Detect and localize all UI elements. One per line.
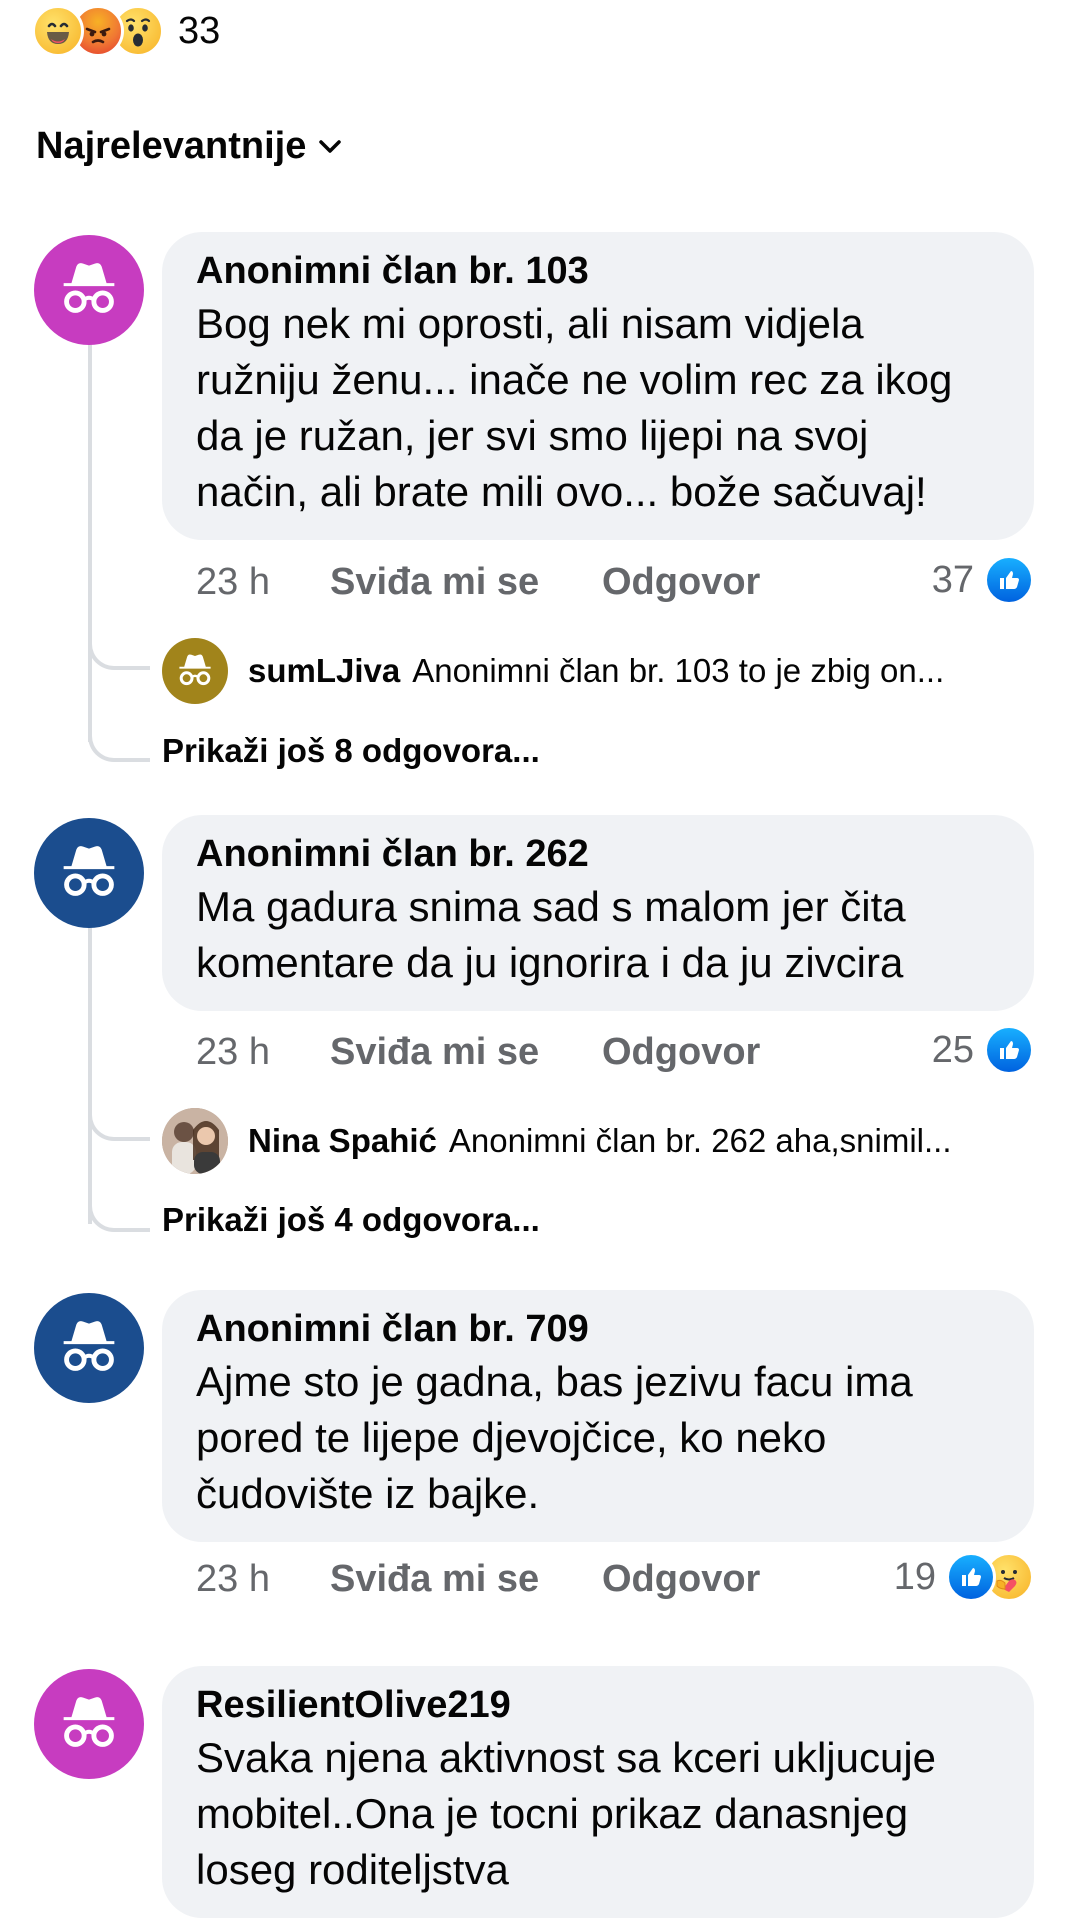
comment-text: Bog nek mi oprosti, ali nisam vidjela ru… (196, 300, 953, 515)
reply-avatar[interactable] (162, 638, 228, 704)
thread-connector (88, 722, 150, 762)
avatar[interactable] (34, 1669, 144, 1779)
thread-line (88, 924, 92, 1224)
comment-time[interactable]: 23 h (196, 561, 330, 604)
haha-icon (32, 5, 84, 57)
thread-connector (88, 630, 150, 670)
like-count-value: 19 (893, 1555, 936, 1598)
reply-button[interactable]: Odgovor (602, 1031, 760, 1074)
comment-text: Svaka njena aktivnost sa kceri ukljucuje… (196, 1734, 937, 1893)
comment-actions: 23 h Sviđa mi se Odgovor (196, 1549, 760, 1609)
thread-connector (88, 1101, 150, 1141)
reply-button[interactable]: Odgovor (602, 1558, 760, 1601)
reply-snippet: Anonimni član br. 262 aha,snimil... (448, 1122, 952, 1159)
like-count[interactable]: 25 (932, 1020, 1034, 1080)
reply-author[interactable]: sumLJiva (248, 652, 400, 690)
comment-actions: 23 h Sviđa mi se Odgovor (196, 1022, 760, 1082)
like-button[interactable]: Sviđa mi se (330, 1031, 602, 1074)
chevron-down-icon (319, 139, 342, 153)
like-count-value: 25 (931, 1028, 974, 1071)
comment-author[interactable]: Anonimni član br. 103 (196, 246, 998, 296)
reply-author[interactable]: Nina Spahić (248, 1122, 437, 1160)
thumbs-up-icon (984, 1025, 1034, 1075)
comment-actions: 23 h Sviđa mi se Odgovor (196, 552, 760, 612)
sort-label: Najrelevantnije (36, 125, 307, 167)
thumbs-up-icon (946, 1552, 996, 1602)
comment-bubble: ResilientOlive219 Svaka njena aktivnost … (162, 1666, 1034, 1918)
like-count[interactable]: 37 (932, 550, 1034, 610)
reply-button[interactable]: Odgovor (602, 561, 760, 604)
comment-text: Ajme sto je gadna, bas jezivu facu ima p… (196, 1358, 913, 1517)
like-count-value: 37 (931, 558, 974, 601)
like-button[interactable]: Sviđa mi se (330, 1558, 602, 1601)
thread-connector (88, 1192, 150, 1232)
anonymous-incognito-icon (63, 846, 115, 896)
anonymous-incognito-icon (63, 263, 115, 313)
reply-snippet: Anonimni član br. 103 to je zbig on... (412, 652, 945, 689)
thumbs-up-icon (984, 555, 1034, 605)
like-button[interactable]: Sviđa mi se (330, 561, 602, 604)
reply-preview[interactable]: Nina Spahić Anonimni član br. 262 aha,sn… (162, 1108, 952, 1174)
comment-time[interactable]: 23 h (196, 1031, 330, 1074)
thread-line (88, 342, 92, 742)
reaction-count: 33 (178, 9, 221, 52)
avatar[interactable] (34, 1293, 144, 1403)
show-more-replies[interactable]: Prikaži još 4 odgovora... (162, 1201, 540, 1239)
avatar[interactable] (34, 235, 144, 345)
reply-preview[interactable]: sumLJiva Anonimni član br. 103 to je zbi… (162, 638, 944, 704)
comment-author[interactable]: ResilientOlive219 (196, 1680, 998, 1730)
comment-bubble: Anonimni član br. 262 Ma gadura snima sa… (162, 815, 1034, 1011)
comment-bubble: Anonimni član br. 103 Bog nek mi oprosti… (162, 232, 1034, 540)
comment-time[interactable]: 23 h (196, 1558, 330, 1601)
show-more-replies[interactable]: Prikaži još 8 odgovora... (162, 732, 540, 770)
reply-avatar-photo[interactable] (162, 1108, 228, 1174)
reaction-summary[interactable]: 33 (32, 5, 221, 57)
comment-bubble: Anonimni član br. 709 Ajme sto je gadna,… (162, 1290, 1034, 1542)
like-count[interactable]: 19 (894, 1547, 1034, 1607)
avatar[interactable] (34, 818, 144, 928)
comment-text: Ma gadura snima sad s malom jer čita kom… (196, 883, 906, 986)
comment-author[interactable]: Anonimni član br. 709 (196, 1304, 998, 1354)
anonymous-incognito-icon (63, 1321, 115, 1371)
sort-dropdown[interactable]: Najrelevantnije (36, 125, 342, 168)
anonymous-incognito-icon (63, 1697, 115, 1747)
anonymous-incognito-icon (179, 654, 211, 686)
comment-author[interactable]: Anonimni član br. 262 (196, 829, 998, 879)
